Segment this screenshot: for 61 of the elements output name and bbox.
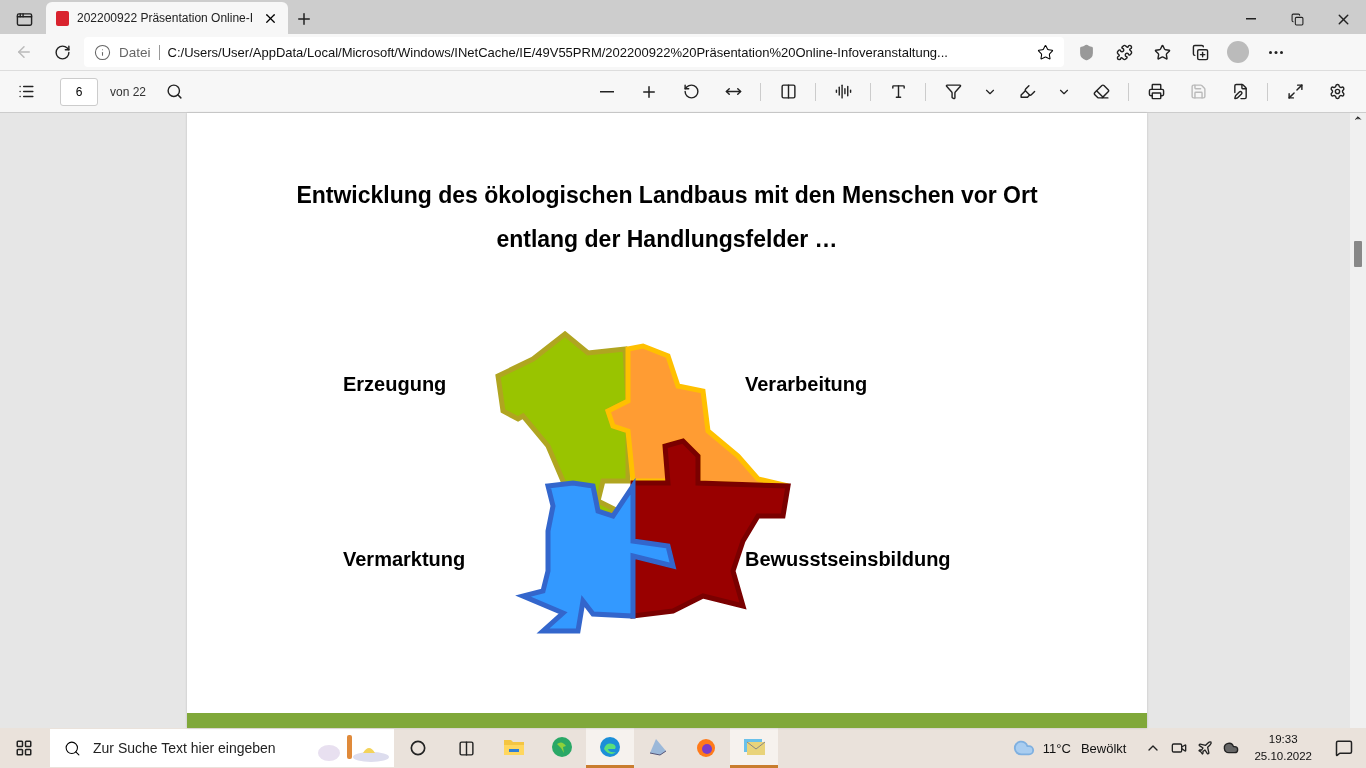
info-icon: [94, 43, 111, 61]
envelope-stack-icon: [742, 736, 766, 757]
text-box-icon: [889, 83, 907, 100]
folder-icon: [503, 737, 525, 756]
puzzle-icon: [1115, 43, 1133, 61]
address-bar[interactable]: Datei C:/Users/User/AppData/Local/Microsoft/Windows/INetCache/IE/49V55PRM/202200922%20Präsentation%20Online-Infoveranstaltung...: [84, 37, 1064, 67]
plus-icon: [295, 10, 313, 28]
airplane-icon: [1197, 740, 1214, 756]
address-url: C:/Users/User/AppData/Local/Microsoft/Windows/INetCache/IE/49V55PRM/202200922%20Präsentation%20Online-Infoveranstaltung...: [167, 44, 949, 60]
expand-icon: [1286, 83, 1304, 100]
search-input[interactable]: Zur Suche Text hier eingeben: [91, 739, 305, 757]
page-count: von 22: [110, 84, 147, 99]
list-icon: [17, 83, 35, 100]
browser-tab[interactable]: 202200922 Präsentation Online-I: [46, 2, 288, 34]
field-label: Vermarktung: [343, 547, 467, 571]
slide-title-line: Entwicklung des ökologischen Landbaus mit den Menschen vor Ort: [296, 181, 1038, 210]
browser-swirl-icon: [599, 735, 621, 758]
pdf-file-icon: [56, 10, 69, 26]
eraser-icon: [1092, 83, 1110, 100]
address-scheme: Datei: [119, 44, 160, 60]
clock[interactable]: 19:33 25.10.2022: [1254, 731, 1312, 765]
window-icon: [15, 10, 33, 28]
notification-icon: [1335, 739, 1353, 757]
restore-icon: [1290, 12, 1304, 26]
minus-icon: [600, 90, 614, 93]
task-view-icon: [457, 739, 475, 757]
search-icon: [165, 83, 183, 100]
temperature: 11°C: [1042, 740, 1071, 756]
rotate-icon: [682, 83, 700, 100]
more-icon: [1269, 50, 1283, 54]
globe-icon: [551, 735, 573, 758]
taskbar-app[interactable]: [730, 728, 778, 768]
taskbar-search-bar[interactable]: Zur Suche Text hier eingeben: [50, 729, 394, 767]
save-icon: [1189, 83, 1207, 100]
scrollbar[interactable]: [1350, 113, 1366, 728]
taskbar-app[interactable]: [586, 728, 634, 768]
clock-date: 25.10.2022: [1254, 749, 1312, 764]
field-label: Verarbeitung: [745, 373, 869, 396]
field-label: Bewusstseinsbildung: [745, 547, 951, 571]
reload-icon: [53, 43, 71, 61]
save-edit-icon: [1231, 83, 1249, 100]
read-aloud-icon: [834, 83, 852, 100]
printer-icon: [1147, 83, 1165, 100]
collections-icon: [1191, 43, 1209, 61]
page-number-field[interactable]: 6: [60, 77, 98, 106]
slide-title-line: entlang der Handlungsfelder …: [496, 225, 838, 254]
tab-title: 202200922 Präsentation Online-I: [77, 11, 255, 25]
clock-time: 19:33: [1268, 732, 1298, 747]
scroll-thumb[interactable]: [1354, 241, 1362, 267]
settings-icon: [1328, 83, 1346, 100]
scroll-up-icon: [1353, 113, 1363, 123]
page-view-icon: [779, 83, 797, 100]
highlighter-icon: [1018, 83, 1036, 100]
field-label: Erzeugung: [343, 373, 448, 396]
search-icon: [64, 739, 81, 757]
camera-icon: [1171, 740, 1188, 756]
avatar-icon: [1227, 41, 1249, 63]
circle-icon: [410, 740, 426, 756]
minimize-icon: [1246, 18, 1256, 20]
shield-icon: [1077, 43, 1095, 61]
weather-condition: Bewölkt: [1080, 740, 1127, 756]
